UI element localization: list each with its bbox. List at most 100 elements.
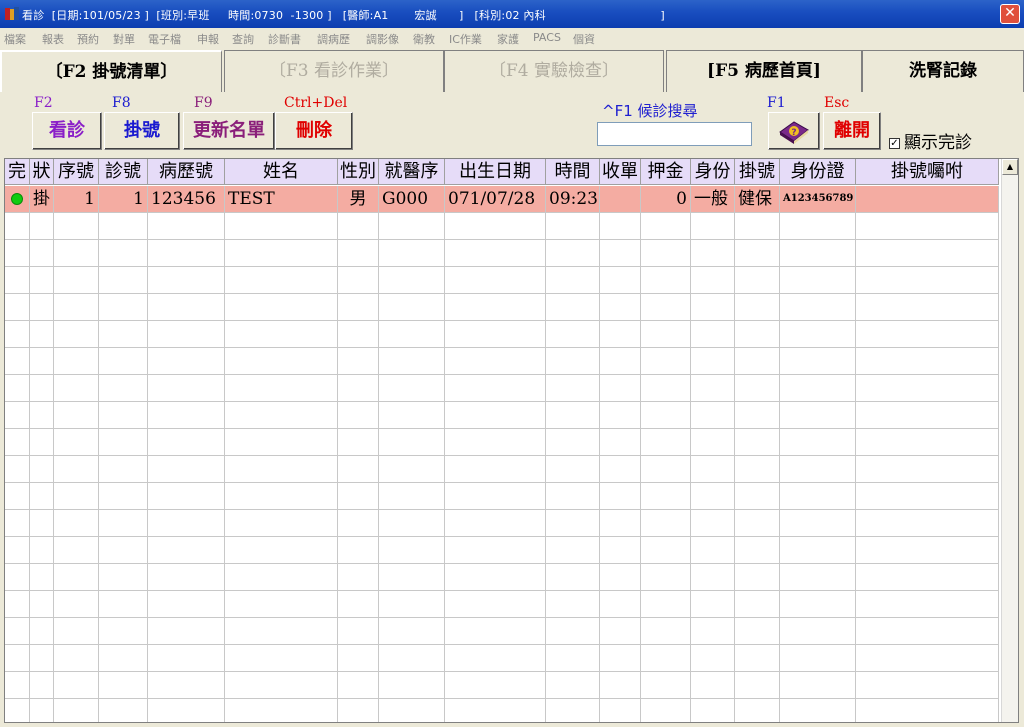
column-header[interactable]: 掛號囑咐 — [856, 159, 999, 185]
column-header[interactable]: 姓名 — [225, 159, 338, 185]
table-cell — [546, 213, 600, 240]
table-cell — [546, 294, 600, 321]
table-cell — [780, 294, 856, 321]
table-row[interactable] — [5, 618, 999, 645]
tab-6[interactable]: 洗腎記錄 — [862, 50, 1024, 92]
tab-bar: 〔F2 掛號清單〕 〔F3 看診作業〕 〔F4 實驗檢查〕 [F5 病歷首頁] 洗腎記錄 — [0, 50, 1024, 92]
column-header[interactable]: 完 — [5, 159, 30, 185]
table-cell — [546, 456, 600, 483]
column-header[interactable]: 序號 — [54, 159, 99, 185]
table-cell — [641, 537, 691, 564]
column-header[interactable]: 狀 — [30, 159, 54, 185]
column-header[interactable]: 身份證 — [780, 159, 856, 185]
register-button[interactable]: 掛號 — [104, 112, 180, 150]
table-cell — [5, 672, 30, 699]
table-cell — [54, 537, 99, 564]
delete-button[interactable]: 刪除 — [275, 112, 353, 150]
column-header[interactable]: 押金 — [641, 159, 691, 185]
table-row[interactable] — [5, 672, 999, 699]
refresh-list-button[interactable]: 更新名單 — [183, 112, 275, 150]
column-header[interactable]: 病歷號 — [148, 159, 225, 185]
table-cell — [54, 267, 99, 294]
menu-item[interactable]: 個資 — [573, 31, 595, 47]
menu-item[interactable]: 檔案 — [4, 31, 26, 47]
vertical-scrollbar[interactable]: ▲ — [1001, 159, 1018, 722]
table-row[interactable]: 掛 1 1 123456 TEST 男 G000 071/07/28 09:23 0 一般 健保 A12… — [5, 186, 999, 213]
registration-grid[interactable]: 完狀序號 診號 病歷號 姓名 性別 就醫序 出生日期 時間 收單 押金 身份 掛號 身份證 掛號囑咐 掛1… — [4, 158, 1019, 723]
menu-item[interactable]: IC作業 — [449, 31, 482, 47]
table-cell — [225, 645, 338, 672]
help-button[interactable]: ? — [768, 112, 820, 150]
table-cell — [30, 267, 54, 294]
key-label: Ctrl+Del — [284, 95, 348, 111]
tab-3[interactable]: 〔F3 看診作業〕 — [224, 50, 444, 92]
table-cell — [735, 483, 780, 510]
close-button[interactable]: ✕ — [1000, 4, 1020, 24]
table-cell — [691, 240, 735, 267]
table-row[interactable] — [5, 402, 999, 429]
menu-item[interactable]: 調病歷 — [317, 31, 350, 47]
table-row[interactable] — [5, 375, 999, 402]
column-header[interactable]: 出生日期 — [445, 159, 546, 185]
menu-item[interactable]: 家護 — [497, 31, 519, 47]
table-cell — [856, 699, 999, 722]
menu-item[interactable]: 調影像 — [366, 31, 399, 47]
table-row[interactable] — [5, 240, 999, 267]
table-row[interactable] — [5, 483, 999, 510]
table-cell — [379, 294, 445, 321]
table-cell — [445, 456, 546, 483]
table-row[interactable] — [5, 429, 999, 456]
column-header[interactable]: 診號 — [99, 159, 148, 185]
table-row[interactable] — [5, 564, 999, 591]
table-row[interactable] — [5, 321, 999, 348]
column-header[interactable]: 掛號 — [735, 159, 780, 185]
table-row[interactable] — [5, 537, 999, 564]
table-row[interactable] — [5, 699, 999, 722]
table-row[interactable] — [5, 591, 999, 618]
table-cell — [379, 321, 445, 348]
scroll-up-icon[interactable]: ▲ — [1002, 159, 1018, 175]
menu-item[interactable]: 診斷書 — [268, 31, 301, 47]
table-cell — [148, 375, 225, 402]
table-cell — [54, 510, 99, 537]
table-row[interactable] — [5, 348, 999, 375]
table-cell — [148, 591, 225, 618]
table-cell — [445, 618, 546, 645]
column-header[interactable]: 性別 — [338, 159, 379, 185]
table-row[interactable] — [5, 267, 999, 294]
checkbox-box[interactable]: ✓ — [889, 138, 900, 149]
column-header[interactable]: 收單 — [600, 159, 641, 185]
table-cell — [338, 429, 379, 456]
table-row[interactable] — [5, 456, 999, 483]
column-header[interactable]: 身份 — [691, 159, 735, 185]
show-done-checkbox[interactable]: ✓ 顯示完診 — [889, 128, 972, 153]
menu-item[interactable]: PACS — [533, 31, 561, 44]
table-row[interactable] — [5, 294, 999, 321]
menu-item[interactable]: 對單 — [113, 31, 135, 47]
table-row[interactable] — [5, 510, 999, 537]
exit-button[interactable]: 離開 — [823, 112, 881, 150]
menu-item[interactable]: 申報 — [197, 31, 219, 47]
tab-5[interactable]: [F5 病歷首頁] — [666, 50, 862, 92]
table-row[interactable] — [5, 213, 999, 240]
tab-2[interactable]: 〔F2 掛號清單〕 — [0, 50, 222, 92]
table-cell — [780, 645, 856, 672]
table-row[interactable] — [5, 645, 999, 672]
table-cell — [600, 537, 641, 564]
table-cell — [735, 591, 780, 618]
menu-item[interactable]: 查詢 — [232, 31, 254, 47]
column-header[interactable]: 就醫序 — [379, 159, 445, 185]
column-header[interactable]: 時間 — [546, 159, 600, 185]
menu-item[interactable]: 電子檔 — [148, 31, 181, 47]
menu-item[interactable]: 衛教 — [413, 31, 435, 47]
see-patient-button[interactable]: 看診 — [32, 112, 102, 150]
table-cell — [856, 429, 999, 456]
table-cell — [445, 294, 546, 321]
table-cell — [338, 618, 379, 645]
menu-item[interactable]: 報表 — [42, 31, 64, 47]
tab-4[interactable]: 〔F4 實驗檢查〕 — [444, 50, 664, 92]
table-cell — [379, 645, 445, 672]
menu-item[interactable]: 預約 — [77, 31, 99, 47]
table-cell — [546, 591, 600, 618]
waiting-search-input[interactable] — [597, 122, 752, 146]
